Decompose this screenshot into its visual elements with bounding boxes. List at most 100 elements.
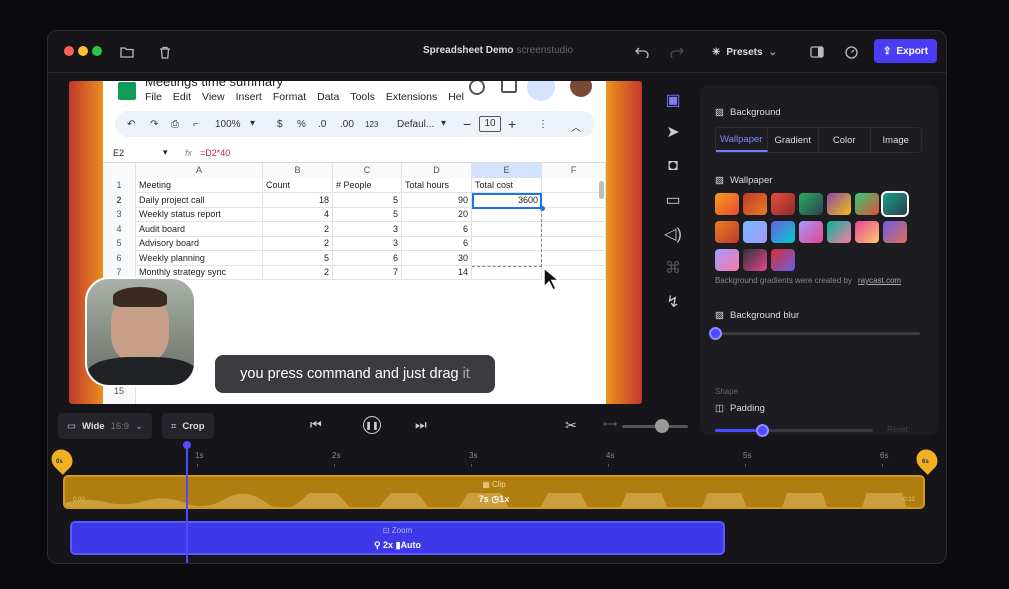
wallpaper-section-title: ▨ Wallpaper [715,175,772,186]
clip-start-time: 0:00 [73,497,85,503]
preview-canvas[interactable]: Meetings time summary File Edit View Insert… [69,81,642,404]
pause-icon[interactable]: ❚❚ [363,416,381,434]
camera-tool-icon[interactable]: ◘ [662,157,684,175]
redo-icon[interactable] [668,43,686,61]
tab-image[interactable]: Image [871,128,922,152]
wallpaper-swatch[interactable] [855,193,879,215]
wallpaper-label: Wallpaper [729,175,773,186]
tick-mark [882,464,883,467]
sheet-menu-item: Edit [172,91,192,103]
wallpaper-swatch[interactable] [881,191,909,217]
sheet-menu-item: File [145,91,162,103]
column-header: A [136,163,263,178]
blur-slider-knob[interactable] [709,327,722,340]
aspect-ratio-dropdown[interactable]: ▭ Wide 16:9 ⌄ [58,413,153,439]
caption-upcoming-word: it [462,366,470,382]
zoom-label: Zoom [391,526,413,535]
wallpaper-swatch[interactable] [771,249,795,271]
collapse-icon: ︿ [571,123,581,134]
wallpaper-swatch[interactable] [799,193,823,215]
clip-track[interactable]: ▦ Clip 7s ◷1x 0:00 0:12 [63,475,925,509]
crop-button[interactable]: ⌗ Crop [162,413,214,439]
column-header-row: ABCDEF [103,163,606,178]
timeline-zoom-knob[interactable] [654,419,669,433]
fit-width-icon[interactable]: ⟷ [603,419,617,430]
table-cell: 2 [263,265,333,280]
presenter-shirt [87,357,194,385]
export-button[interactable]: ⇪ Export [874,39,937,63]
table-cell: 7 [333,265,402,280]
background-tool-icon[interactable]: ▣ [662,91,684,109]
clip-label-row: ▦ Clip [65,480,923,489]
time-tick: 4s [606,451,615,460]
tab-gradient[interactable]: Gradient [768,128,819,152]
credit-link[interactable]: raycast.com [858,276,901,285]
timeline[interactable]: 1s 2s 3s 4s 5s 6s 0s 6s ▦ Clip 7s ◷1x 0:00 0:… [48,441,946,563]
zoom-info-row: ⚲ 2x ▮Auto [72,540,723,551]
table-cell [542,207,606,222]
wallpaper-swatch[interactable] [715,249,739,271]
skip-forward-icon[interactable]: ⏭ [415,417,427,433]
presets-dropdown[interactable]: ✳ Presets ⌄ [712,44,777,60]
wallpaper-swatch[interactable] [743,221,767,243]
captions-tool-icon[interactable]: ▭ [662,191,684,209]
wallpaper-swatch[interactable] [855,221,879,243]
shortcut-tool-icon[interactable]: ⌘ [662,259,684,277]
wallpaper-swatch[interactable] [883,221,907,243]
table-cell: Total hours [402,178,472,193]
wallpaper-swatch[interactable] [743,193,767,215]
formula-bar: E2 ▾ fx =D2*40 [103,143,606,163]
chevron-down-icon: ▾ [250,118,256,129]
transition-tool-icon[interactable]: ↯ [662,293,684,311]
formula-text: =D2*40 [200,148,231,158]
sidebar-toggle-icon[interactable] [808,43,826,61]
zoom-track[interactable]: ⊡ Zoom ⚲ 2x ▮Auto [70,521,725,555]
tick-mark [608,464,609,467]
caption-overlay[interactable]: you press command and just drag it [215,355,495,393]
table-cell [472,265,542,280]
decrease-decimal-button: .0 [318,119,327,130]
credit-prefix: Background gradients were created by [715,276,852,285]
print-icon: ⎙ [171,119,179,130]
audio-tool-icon[interactable]: ◁) [662,225,684,243]
zoom-select: 100% [215,119,241,130]
font-size-minus: − [463,116,472,132]
skip-back-icon[interactable]: ⏮ [310,417,322,433]
sheet-menu-item: Hel [448,91,464,103]
clip-label: Clip [492,480,506,489]
wallpaper-swatch[interactable] [743,249,767,271]
table-cell: Weekly planning [136,251,263,266]
tab-wallpaper[interactable]: Wallpaper [716,128,768,152]
redo-icon: ↷ [150,119,159,130]
table-cell: 6 [333,251,402,266]
playhead-knob[interactable] [183,441,191,449]
scissors-icon[interactable]: ✂ [565,417,577,434]
time-tick: 3s [469,451,478,460]
wallpaper-swatch[interactable] [715,193,739,215]
sheets-logo [118,82,136,100]
speed-gauge-icon[interactable] [842,43,860,61]
wallpaper-swatch[interactable] [771,221,795,243]
currency-button: $ [277,119,283,130]
aspect-label: Wide [81,420,105,432]
zoom-mode: Auto [400,540,422,550]
playhead[interactable] [186,443,188,563]
table-cell: Weekly status report [136,207,263,222]
film-icon: ▦ [482,480,492,489]
facecam-video[interactable] [85,277,196,387]
wallpaper-swatch[interactable] [827,221,851,243]
aspect-ratio-value: 16:9 [110,420,130,432]
blur-slider[interactable] [715,332,920,335]
wallpaper-swatch[interactable] [771,193,795,215]
avatar [570,81,592,97]
wallpaper-swatch[interactable] [827,193,851,215]
image-icon: ▨ [715,107,724,118]
tab-color[interactable]: Color [819,128,871,152]
background-tabs: Wallpaper Gradient Color Image [715,127,922,153]
wallpaper-swatch[interactable] [715,221,739,243]
wallpaper-swatch[interactable] [799,221,823,243]
cursor-tool-icon[interactable]: ➤ [662,123,684,141]
fx-icon: fx [185,148,193,158]
undo-icon[interactable] [633,43,651,61]
table-cell: 2 [263,236,333,251]
